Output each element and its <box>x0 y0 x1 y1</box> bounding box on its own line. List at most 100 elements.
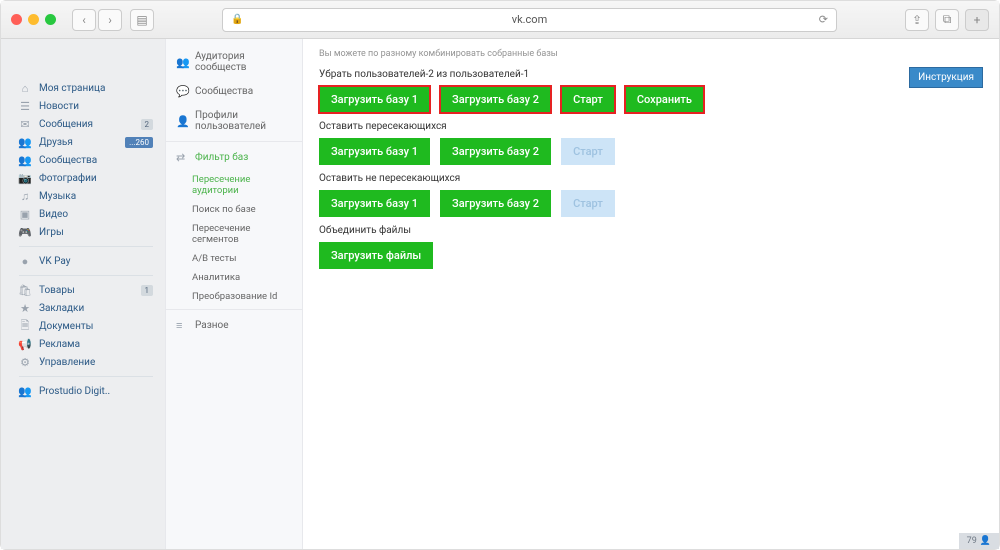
vk-menu: ⌂Моя страница☰Новости✉Сообщения2👥Друзья.… <box>1 75 165 400</box>
menu-icon: 🗎 <box>19 320 31 332</box>
tool-icon: 💬 <box>176 85 188 98</box>
tool-subitem[interactable]: Пересечение сегментов <box>166 219 302 249</box>
minimize-window-icon[interactable] <box>28 14 39 25</box>
tool-icon: ≡ <box>176 319 188 332</box>
action-button[interactable]: Загрузить файлы <box>319 242 433 269</box>
button-row: Загрузить базу 1Загрузить базу 2Старт <box>319 138 983 165</box>
menu-label: Реклама <box>39 339 80 350</box>
vk-menu-item[interactable]: ●VK Pay <box>19 252 153 270</box>
url-text: vk.com <box>512 13 547 26</box>
menu-icon: 📷 <box>19 172 31 184</box>
lock-icon: 🔒 <box>231 14 243 25</box>
menu-icon: ✉ <box>19 118 31 130</box>
right-tools: ⇪ ⧉ + <box>905 9 989 31</box>
tool-label: Профили пользователей <box>195 110 292 132</box>
vk-menu-item[interactable]: ☰Новости <box>19 97 153 115</box>
tool-sidebar: 👥Аудитория сообществ 💬 Сообщества 👤Профили … <box>165 39 303 549</box>
tool-item[interactable]: 💬 Сообщества <box>166 79 302 104</box>
menu-icon: ☰ <box>19 100 31 112</box>
menu-badge: 1 <box>141 285 154 296</box>
menu-label: Игры <box>39 227 64 238</box>
section-label: Оставить не пересекающихся <box>319 173 983 184</box>
counter-value: 79 <box>967 536 977 546</box>
vk-menu-item[interactable]: ⌂ Моя страница <box>19 79 153 97</box>
tool-icon: ⇄ <box>176 151 188 164</box>
tool-subitem[interactable]: Поиск по базе <box>166 200 302 219</box>
user-icon: 👤 <box>980 536 991 546</box>
vk-menu-item[interactable]: 👥Сообщества <box>19 151 153 169</box>
action-button[interactable]: Загрузить базу 2 <box>440 190 551 217</box>
menu-icon: ⌂ <box>19 82 31 94</box>
action-button[interactable]: Сохранить <box>625 86 704 113</box>
vk-menu-item[interactable]: ♫ Музыка <box>19 187 153 205</box>
vk-menu-item[interactable]: 🗎 Документы <box>19 317 153 335</box>
tool-item[interactable]: 👥Аудитория сообществ <box>166 45 302 79</box>
vk-menu-item[interactable]: 📷 Фотографии <box>19 169 153 187</box>
vk-menu-item[interactable]: 🛍Товары1 <box>19 281 153 299</box>
maximize-window-icon[interactable] <box>45 14 56 25</box>
action-button[interactable]: Старт <box>561 86 615 113</box>
tool-item[interactable]: 👤Профили пользователей <box>166 104 302 138</box>
menu-badge: ...260 <box>125 137 153 148</box>
back-button[interactable]: ‹ <box>72 9 96 31</box>
vk-menu-item[interactable]: 🎮Игры <box>19 223 153 241</box>
tool-subitem[interactable]: Преобразование Id <box>166 287 302 306</box>
vk-menu-item[interactable]: 👥Prostudio Digit.. <box>19 382 153 400</box>
tool-item[interactable]: ≡ Разное <box>166 313 302 338</box>
nav-buttons: ‹ › <box>72 9 122 31</box>
menu-label: Сообщества <box>39 155 97 166</box>
tool-label: Сообщества <box>195 86 253 97</box>
button-row: Загрузить базу 1Загрузить базу 2Старт <box>319 190 983 217</box>
menu-label: Управление <box>39 357 95 368</box>
vk-menu-item[interactable]: ★Закладки <box>19 299 153 317</box>
sidebar-toggle-button[interactable]: ▤ <box>130 9 154 31</box>
page-viewport: ⌂Моя страница☰Новости✉Сообщения2👥Друзья.… <box>1 39 999 549</box>
menu-label: Закладки <box>39 303 84 314</box>
tabs-button[interactable]: ⧉ <box>935 9 959 31</box>
menu-label: VK Pay <box>39 256 70 267</box>
vk-logo[interactable] <box>1 49 165 75</box>
browser-chrome: ‹ › ▤ 🔒 vk.com ⟳ ⇪ ⧉ + <box>1 1 999 39</box>
menu-icon: 📢 <box>19 338 31 350</box>
menu-label: Музыка <box>39 191 76 202</box>
menu-icon: ♫ <box>19 190 31 202</box>
action-button[interactable]: Загрузить базу 1 <box>319 138 430 165</box>
vk-menu-item[interactable]: ▣Видео <box>19 205 153 223</box>
vk-menu-item[interactable]: ⚙Управление <box>19 353 153 371</box>
forward-button[interactable]: › <box>98 9 122 31</box>
new-tab-button[interactable]: + <box>965 9 989 31</box>
menu-label: Фотографии <box>39 173 97 184</box>
menu-label: Моя страница <box>39 83 105 94</box>
action-button[interactable]: Загрузить базу 1 <box>319 190 430 217</box>
reload-icon[interactable]: ⟳ <box>819 13 828 26</box>
action-button[interactable]: Загрузить базу 2 <box>440 86 551 113</box>
menu-icon: 👥 <box>19 136 31 148</box>
section-label: Оставить пересекающихся <box>319 121 983 132</box>
button-row: Загрузить файлы <box>319 242 983 269</box>
menu-icon: 👥 <box>19 385 31 397</box>
tool-subitem[interactable]: Пересечение аудитории <box>166 170 302 200</box>
tool-label: Разное <box>195 320 229 331</box>
tool-label: Фильтр баз <box>195 152 248 163</box>
menu-label: Документы <box>39 321 93 332</box>
button-row: Загрузить базу 1 Загрузить базу 2 Старт Сох… <box>319 86 983 113</box>
tool-subitem[interactable]: Аналитика <box>166 268 302 287</box>
menu-icon: 🛍 <box>19 284 31 296</box>
menu-label: Друзья <box>39 137 73 148</box>
online-counter[interactable]: 79 👤 <box>959 533 999 549</box>
action-button[interactable]: Загрузить базу 2 <box>440 138 551 165</box>
vk-menu-item[interactable]: ✉Сообщения2 <box>19 115 153 133</box>
share-button[interactable]: ⇪ <box>905 9 929 31</box>
address-bar[interactable]: 🔒 vk.com ⟳ <box>222 8 837 32</box>
instruction-button[interactable]: Инструкция <box>909 67 983 88</box>
section-label: Объединить файлы <box>319 225 983 236</box>
tool-item[interactable]: ⇄ Фильтр баз <box>166 145 302 170</box>
main-panel: Вы можете по разному комбинировать собра… <box>303 39 999 549</box>
vk-menu-item[interactable]: 📢 Реклама <box>19 335 153 353</box>
tool-subitem[interactable]: A/B тесты <box>166 249 302 268</box>
menu-label: Сообщения <box>39 119 93 130</box>
close-window-icon[interactable] <box>11 14 22 25</box>
vk-menu-item[interactable]: 👥 Друзья ...260 <box>19 133 153 151</box>
action-button[interactable]: Загрузить базу 1 <box>319 86 430 113</box>
tool-label: Аудитория сообществ <box>195 51 292 73</box>
